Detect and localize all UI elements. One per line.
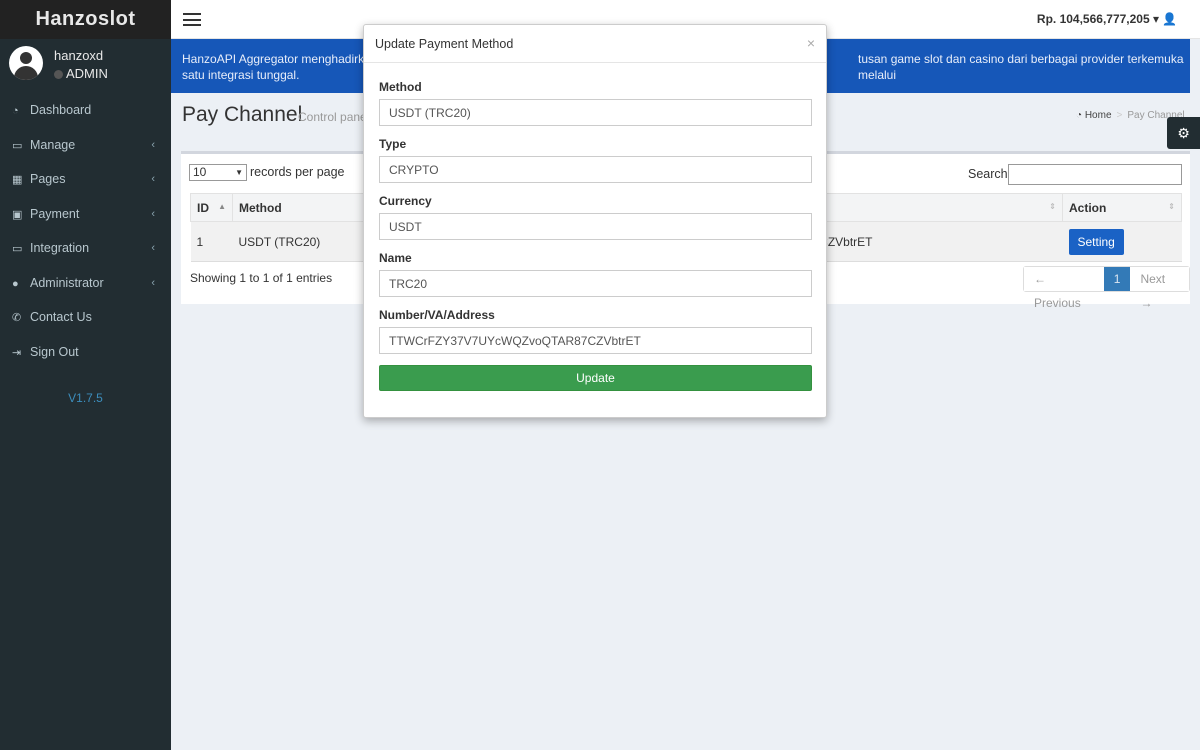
currency-label: Currency bbox=[379, 194, 432, 208]
modal-title: Update Payment Method bbox=[375, 37, 514, 51]
type-group: Type bbox=[379, 137, 812, 183]
method-group: Method bbox=[379, 80, 812, 126]
update-payment-modal: Update Payment Method × Method Type Curr… bbox=[363, 24, 827, 418]
method-input[interactable] bbox=[379, 99, 812, 126]
method-label: Method bbox=[379, 80, 422, 94]
name-input[interactable] bbox=[379, 270, 812, 297]
type-label: Type bbox=[379, 137, 407, 151]
currency-group: Currency bbox=[379, 194, 812, 240]
name-label: Name bbox=[379, 251, 412, 265]
address-label: Number/VA/Address bbox=[379, 308, 495, 322]
address-group: Number/VA/Address bbox=[379, 308, 812, 354]
currency-input[interactable] bbox=[379, 213, 812, 240]
type-input[interactable] bbox=[379, 156, 812, 183]
name-group: Name bbox=[379, 251, 812, 297]
update-button[interactable]: Update bbox=[379, 365, 812, 391]
address-input[interactable] bbox=[379, 327, 812, 354]
modal-header: Update Payment Method × bbox=[364, 25, 826, 63]
close-icon[interactable]: × bbox=[807, 35, 815, 51]
